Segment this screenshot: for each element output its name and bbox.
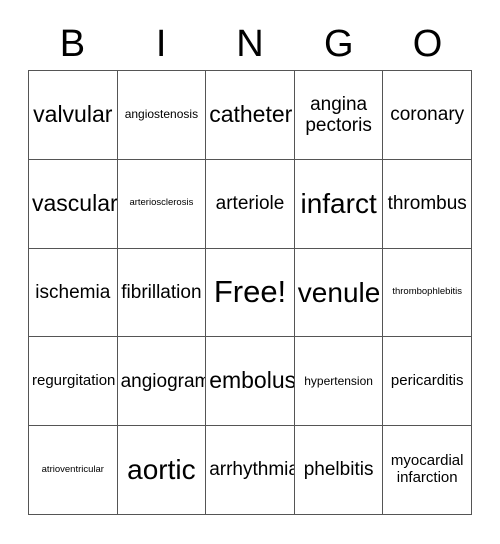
bingo-cell-label: vascular — [32, 189, 118, 216]
bingo-cell-r4c5[interactable]: pericarditis — [383, 337, 472, 427]
bingo-cell-r5c2[interactable]: aortic — [117, 426, 207, 515]
bingo-cell-label: angiostenosis — [124, 107, 199, 122]
bingo-cell-label: hypertension — [304, 373, 373, 388]
bingo-header-letter-i: I — [155, 23, 167, 65]
bingo-header-letter-n: N — [236, 23, 264, 65]
bingo-cell-label: arrhythmia — [209, 459, 295, 481]
bingo-cell-r4c2[interactable]: angiogram — [117, 337, 207, 427]
bingo-cell-label: valvular — [33, 101, 113, 128]
bingo-cell-r4c4[interactable]: hypertension — [294, 337, 384, 427]
bingo-cell-label: phelbitis — [303, 459, 374, 481]
bingo-cell-label: embolus — [209, 367, 295, 394]
bingo-cell-r1c3[interactable]: catheter — [206, 71, 295, 160]
bingo-cell-r2c1[interactable]: vascular — [29, 159, 118, 249]
bingo-cell-r2c2[interactable]: arteriosclerosis — [117, 159, 207, 249]
bingo-header-letter-g: G — [324, 23, 354, 65]
bingo-cell-r2c3[interactable]: arteriole — [206, 159, 295, 249]
bingo-cell-r2c4[interactable]: infarct — [294, 159, 384, 249]
bingo-cell-label: infarct — [300, 188, 377, 220]
bingo-card: B I N G O valvular angiostenosis cathete… — [0, 0, 500, 544]
bingo-cell-label: ischemia — [35, 281, 111, 303]
bingo-cell-label: thrombus — [387, 193, 467, 215]
bingo-cell-r1c2[interactable]: angiostenosis — [117, 71, 207, 160]
bingo-header-letter-o: O — [412, 23, 443, 65]
bingo-cell-r5c3[interactable]: arrhythmia — [206, 426, 295, 515]
bingo-cell-label: pericarditis — [390, 371, 464, 389]
bingo-cell-label: catheter — [209, 101, 293, 128]
bingo-cell-r3c5[interactable]: thrombophlebitis — [383, 248, 472, 338]
bingo-cell-r3c1[interactable]: ischemia — [29, 248, 118, 338]
bingo-cell-r1c1[interactable]: valvular — [29, 71, 118, 160]
bingo-cell-label: coronary — [390, 104, 465, 126]
bingo-cell-r3c2[interactable]: fibrillation — [117, 248, 207, 338]
bingo-cell-label: venule — [297, 276, 381, 308]
bingo-cell-label: thrombophlebitis — [392, 286, 463, 298]
bingo-cell-label: aortic — [127, 454, 196, 486]
bingo-cell-label: myocardial infarction — [390, 452, 464, 487]
bingo-cell-label: Free! — [213, 274, 287, 310]
bingo-cell-free-space[interactable]: Free! — [206, 248, 295, 338]
bingo-header-letter-b: B — [59, 23, 86, 65]
bingo-cell-label: regurgitation — [32, 371, 116, 389]
bingo-cell-r5c4[interactable]: phelbitis — [294, 426, 384, 515]
bingo-grid: valvular angiostenosis catheter angina p… — [28, 70, 472, 515]
bingo-cell-label: angiogram — [120, 370, 207, 392]
bingo-cell-r1c5[interactable]: coronary — [383, 71, 472, 160]
bingo-cell-r2c5[interactable]: thrombus — [383, 159, 472, 249]
bingo-cell-label: atrioventricular — [41, 463, 104, 475]
bingo-header-row: B I N G O — [28, 18, 472, 70]
bingo-cell-r3c4[interactable]: venule — [294, 248, 384, 338]
bingo-cell-r5c5[interactable]: myocardial infarction — [383, 426, 472, 515]
bingo-cell-r4c3[interactable]: embolus — [206, 337, 295, 427]
bingo-cell-r5c1[interactable]: atrioventricular — [29, 426, 118, 515]
bingo-cell-label: angina pectoris — [305, 93, 372, 136]
bingo-cell-r1c4[interactable]: angina pectoris — [294, 71, 384, 160]
bingo-cell-label: fibrillation — [121, 281, 202, 303]
bingo-cell-label: arteriosclerosis — [129, 197, 194, 209]
bingo-cell-label: arteriole — [215, 193, 285, 215]
bingo-cell-r4c1[interactable]: regurgitation — [29, 337, 118, 427]
